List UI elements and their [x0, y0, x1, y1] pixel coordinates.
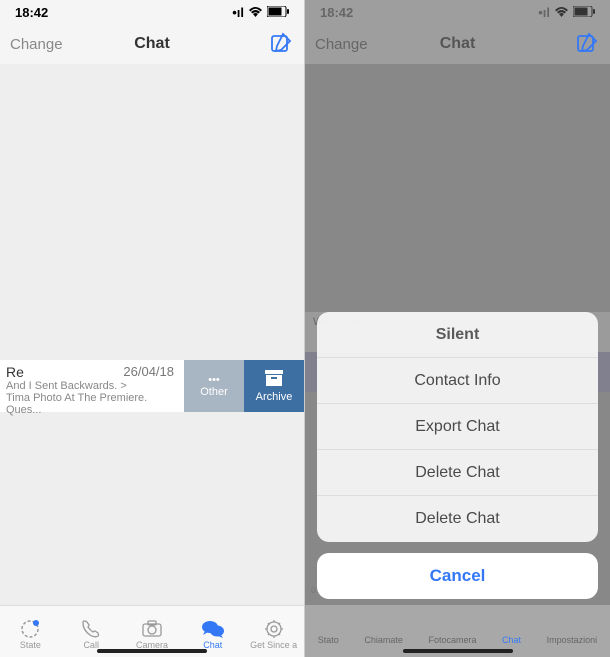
action-contact-info[interactable]: Contact Info	[317, 358, 598, 404]
change-button[interactable]: Change	[315, 36, 368, 53]
action-delete-chat-2[interactable]: Delete Chat	[317, 496, 598, 542]
compose-button[interactable]	[576, 32, 598, 59]
tab-call-label: Call	[83, 640, 99, 650]
swipe-more-button[interactable]: ••• Other	[184, 360, 244, 412]
action-silent[interactable]: Silent	[317, 312, 598, 358]
action-cancel[interactable]: Cancel	[317, 553, 598, 599]
camera-icon	[141, 618, 163, 640]
tab-chat-label: Chat	[203, 640, 222, 650]
action-delete-chat-1[interactable]: Delete Chat	[317, 450, 598, 496]
chat-preview-1: And I Sent Backwards. >	[6, 380, 178, 392]
phone-left: 18:42 •ıl Change Chat Re 26/04/18 And I …	[0, 0, 305, 657]
battery-icon	[573, 5, 595, 20]
tab-fotocamera: Fotocamera	[428, 635, 476, 645]
action-delete1-label: Delete Chat	[415, 464, 500, 482]
action-contact-label: Contact Info	[414, 372, 500, 390]
wifi-icon	[248, 5, 263, 20]
phone-icon	[80, 618, 102, 640]
tab-chat-bg: Chat	[502, 635, 521, 645]
tab-state-label: State	[20, 640, 41, 650]
tab-settings-label: Get Since a	[250, 640, 297, 650]
tab-state[interactable]: State	[0, 618, 61, 650]
tab-stato: Stato	[318, 635, 339, 645]
tab-chiamate: Chiamate	[364, 635, 403, 645]
tab-chat[interactable]: Chat	[182, 618, 243, 650]
action-cancel-label: Cancel	[430, 566, 486, 586]
status-bar: 18:42 •ıl	[305, 0, 610, 24]
gear-icon	[263, 618, 285, 640]
swipe-more-label: Other	[200, 386, 228, 398]
chat-info[interactable]: Re 26/04/18 And I Sent Backwards. > Tima…	[0, 360, 184, 412]
nav-bar: Change Chat	[305, 24, 610, 64]
action-export-chat[interactable]: Export Chat	[317, 404, 598, 450]
battery-icon	[267, 5, 289, 20]
status-indicators: •ıl	[232, 5, 289, 20]
nav-title: Chat	[134, 35, 170, 53]
state-icon	[19, 618, 41, 640]
action-silent-label: Silent	[436, 326, 480, 344]
archive-icon	[265, 370, 283, 389]
change-button[interactable]: Change	[10, 36, 63, 53]
chat-date: 26/04/18	[123, 364, 174, 379]
tab-camera-label: Camera	[136, 640, 168, 650]
tab-settings[interactable]: Get Since a	[243, 618, 304, 650]
swipe-archive-label: Archive	[256, 391, 293, 403]
status-time: 18:42	[320, 5, 353, 20]
swipe-actions: ••• Other Archive	[184, 360, 304, 412]
status-bar: 18:42 •ıl	[0, 0, 304, 24]
status-time: 18:42	[15, 5, 48, 20]
tab-call[interactable]: Call	[61, 618, 122, 650]
action-export-label: Export Chat	[415, 418, 499, 436]
chat-icon	[201, 618, 225, 640]
signal-icon: •ıl	[538, 5, 550, 20]
nav-bar: Change Chat	[0, 24, 304, 64]
chat-preview-2: Tima Photo At The Premiere. Ques...	[6, 392, 178, 416]
tab-camera[interactable]: Camera	[122, 618, 183, 650]
chat-list: Re 26/04/18 And I Sent Backwards. > Tima…	[0, 64, 304, 605]
signal-icon: •ıl	[232, 5, 244, 20]
more-icon: •••	[208, 374, 220, 386]
compose-button[interactable]	[270, 32, 292, 59]
action-delete2-label: Delete Chat	[415, 510, 500, 528]
home-indicator[interactable]	[403, 649, 513, 653]
phone-right: 18:42 •ıl Change Chat We Rosario. Quando…	[305, 0, 610, 657]
action-sheet: Silent Contact Info Export Chat Delete C…	[317, 312, 598, 542]
wifi-icon	[554, 5, 569, 20]
home-indicator[interactable]	[97, 649, 207, 653]
swipe-archive-button[interactable]: Archive	[244, 360, 304, 412]
status-indicators: •ıl	[538, 5, 595, 20]
nav-title: Chat	[440, 35, 476, 53]
chat-row[interactable]: Re 26/04/18 And I Sent Backwards. > Tima…	[0, 360, 304, 412]
tab-impostazioni: Impostazioni	[547, 635, 598, 645]
